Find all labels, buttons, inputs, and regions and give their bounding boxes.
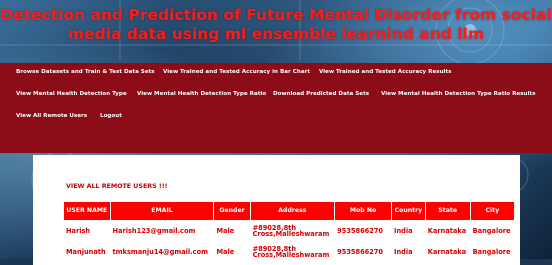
nav-accuracy-results[interactable]: View Trained and Tested Accuracy Results bbox=[319, 63, 451, 81]
cell-mobile: 9535866270 bbox=[335, 221, 392, 241]
cell-country: India bbox=[392, 242, 425, 262]
cell-city: Bangalore bbox=[470, 242, 514, 262]
column-header-email: EMAIL bbox=[110, 202, 214, 220]
nav-accuracy-bar-chart[interactable]: View Trained and Tested Accuracy in Bar … bbox=[163, 63, 310, 81]
table-header-row: USER NAME EMAIL Gender Address Mob No Co… bbox=[64, 202, 514, 220]
table-row: Manjunath tmksmanju14@gmail.com Male #89… bbox=[64, 242, 514, 262]
cell-address: #89028,8th Cross,Malleshwaram bbox=[250, 242, 335, 262]
table-row: Harish Harish123@gmail.com Male #89028,8… bbox=[64, 221, 514, 241]
cell-mobile: 9535866270 bbox=[335, 242, 392, 262]
cell-user-name: Harish bbox=[64, 221, 110, 241]
cell-country: India bbox=[392, 221, 425, 241]
nav-download-predicted[interactable]: Download Predicted Data Sets bbox=[273, 85, 369, 103]
cell-email: tmksmanju14@gmail.com bbox=[110, 242, 214, 262]
column-header-city: City bbox=[470, 202, 514, 220]
column-header-country: Country bbox=[392, 202, 425, 220]
cell-gender: Male bbox=[214, 221, 250, 241]
cell-gender: Male bbox=[214, 242, 250, 262]
column-header-gender: Gender bbox=[214, 202, 250, 220]
nav-logout[interactable]: Logout bbox=[100, 107, 122, 125]
content-panel: VIEW ALL REMOTE USERS !!! USER NAME EMAI… bbox=[33, 155, 520, 265]
page-title-line1: Detection and Prediction of Future Menta… bbox=[0, 6, 552, 24]
page-title-line2: media data using ml ensemble learnind an… bbox=[67, 25, 485, 43]
navigation-bar: Browse Datasets and Train & Test Data Se… bbox=[0, 63, 552, 153]
nav-detection-type[interactable]: View Mental Health Detection Type bbox=[16, 85, 127, 103]
page-title: Detection and Prediction of Future Menta… bbox=[0, 6, 552, 44]
cell-email: Harish123@gmail.com bbox=[110, 221, 214, 241]
column-header-mobile: Mob No bbox=[335, 202, 392, 220]
nav-browse-datasets[interactable]: Browse Datasets and Train & Test Data Se… bbox=[16, 63, 155, 81]
column-header-user-name: USER NAME bbox=[64, 202, 110, 220]
column-header-address: Address bbox=[250, 202, 335, 220]
cell-state: Karnataka bbox=[425, 242, 470, 262]
cell-address: #89028,8th Cross,Malleshwaram bbox=[250, 221, 335, 241]
nav-view-remote-users[interactable]: View All Remote Users bbox=[16, 107, 87, 125]
remote-users-table: USER NAME EMAIL Gender Address Mob No Co… bbox=[63, 201, 515, 263]
column-header-state: State bbox=[425, 202, 470, 220]
nav-detection-type-ratio[interactable]: View Mental Health Detection Type Ratio bbox=[137, 85, 266, 103]
panel-heading: VIEW ALL REMOTE USERS !!! bbox=[66, 183, 168, 190]
cell-city: Bangalore bbox=[470, 221, 514, 241]
cell-user-name: Manjunath bbox=[64, 242, 110, 262]
nav-detection-ratio-results[interactable]: View Mental Health Detection Type Ratio … bbox=[381, 85, 535, 103]
cell-state: Karnataka bbox=[425, 221, 470, 241]
